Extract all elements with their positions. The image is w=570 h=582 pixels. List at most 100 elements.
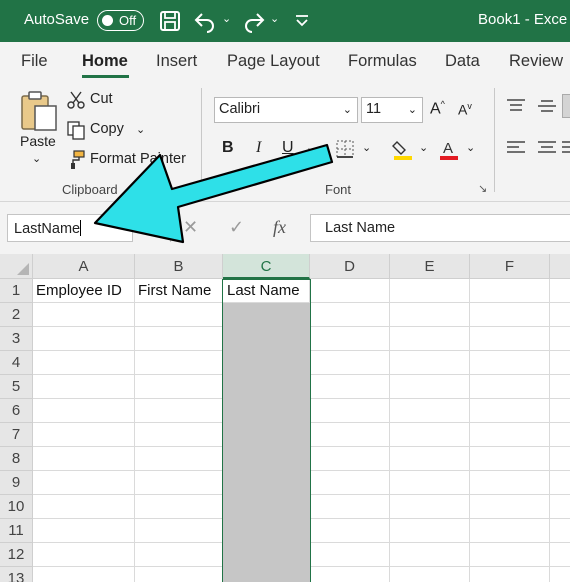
increase-font-size-icon[interactable]: A^ [430,99,445,118]
format-painter-label: Format Painter [90,151,186,167]
borders-icon[interactable] [335,139,355,159]
document-title: Book1 - Exce [478,11,568,28]
paste-dropdown-icon[interactable]: ⌄ [32,152,41,165]
formula-value: Last Name [325,220,396,236]
row-header-7[interactable]: 7 [0,423,33,447]
copy-button[interactable]: Copy ⌄ [66,120,156,142]
paste-icon[interactable] [20,91,58,131]
column-header-a[interactable]: A [33,254,135,279]
font-group-label: Font [325,182,352,197]
underline-dropdown-icon[interactable]: ⌄ [306,141,315,154]
selection-border [222,279,311,582]
bottom-align-icon[interactable] [562,94,570,118]
autosave-toggle[interactable]: Off [97,10,144,31]
undo-icon[interactable] [193,9,217,33]
cancel-icon[interactable]: ✕ [183,217,198,238]
row-header-3[interactable]: 3 [0,327,33,351]
redo-dropdown-icon[interactable]: ⌄ [270,12,279,25]
row-header-4[interactable]: 4 [0,351,33,375]
column-header-d[interactable]: D [310,254,390,279]
ribbon-home: Paste ⌄ Cut Copy ⌄ Format Painter Clipbo… [0,82,570,202]
select-all-button[interactable] [0,254,33,279]
copy-dropdown-icon[interactable]: ⌄ [136,123,145,136]
fill-color-icon[interactable] [392,138,414,160]
save-icon[interactable] [158,9,182,33]
align-center-icon[interactable] [537,140,557,156]
toggle-knob [102,15,113,26]
row-header-9[interactable]: 9 [0,471,33,495]
top-align-icon[interactable] [506,98,526,114]
cell-a1[interactable]: Employee ID [33,279,134,303]
column-header-f[interactable]: F [470,254,550,279]
font-size-select[interactable]: 11 ⌄ [361,97,423,123]
cut-label: Cut [90,91,113,107]
enter-icon[interactable]: ✓ [229,217,244,238]
row-header-13[interactable]: 13 [0,567,33,582]
fill-color-dropdown-icon[interactable]: ⌄ [419,141,428,154]
italic-button[interactable]: I [256,139,261,157]
row-header-11[interactable]: 11 [0,519,33,543]
title-bar: AutoSave Off ⌄ ⌄ Book1 - Exce [0,0,570,42]
font-color-dropdown-icon[interactable]: ⌄ [466,141,475,154]
column-header-b[interactable]: B [135,254,223,279]
scissors-icon [67,91,85,109]
autosave-label: AutoSave [24,11,90,28]
column-header-c[interactable]: C [223,254,310,279]
middle-align-icon[interactable] [537,98,557,114]
select-all-triangle-icon [17,263,29,275]
formula-input[interactable]: Last Name [310,214,570,242]
row-header-10[interactable]: 10 [0,495,33,519]
gridline [549,279,550,582]
tab-page-layout[interactable]: Page Layout [227,52,320,71]
row-header-8[interactable]: 8 [0,447,33,471]
cut-button[interactable]: Cut [66,90,126,112]
align-left-icon[interactable] [506,140,526,156]
undo-dropdown-icon[interactable]: ⌄ [222,12,231,25]
redo-icon[interactable] [242,9,266,33]
underline-button[interactable]: U [282,139,294,157]
gridline [469,279,470,582]
cell-c1[interactable]: Last Name [224,279,310,303]
row-header-1[interactable]: 1 [0,279,33,303]
row-header-2[interactable]: 2 [0,303,33,327]
column-header-e[interactable]: E [390,254,470,279]
group-divider [201,88,202,192]
cell-b1[interactable]: First Name [135,279,222,303]
tab-file[interactable]: File [21,52,48,71]
format-painter-button[interactable]: Format Painter [66,150,191,172]
bold-button[interactable]: B [222,139,234,157]
borders-dropdown-icon[interactable]: ⌄ [362,141,371,154]
ribbon-tabs: File Home Insert Page Layout Formulas Da… [0,42,570,82]
spreadsheet-grid: A B C D E F 1 2 3 4 5 6 7 8 9 10 11 12 1… [0,254,570,582]
autosave-state: Off [119,13,137,28]
more-options-icon[interactable]: ⋮ [146,222,157,235]
customize-toolbar-icon[interactable] [290,9,314,33]
row-header-5[interactable]: 5 [0,375,33,399]
row-header-6[interactable]: 6 [0,399,33,423]
chevron-down-icon: ⌄ [342,104,352,116]
tab-data[interactable]: Data [445,52,480,71]
name-box[interactable]: LastName [7,214,133,242]
column-header-g[interactable] [550,254,570,279]
tab-formulas[interactable]: Formulas [348,52,417,71]
formula-divider [170,214,171,242]
gridline [134,279,135,582]
row-header-12[interactable]: 12 [0,543,33,567]
font-name-select[interactable]: Calibri ⌄ [214,97,358,123]
align-right-icon[interactable] [562,140,570,156]
copy-icon [67,121,85,140]
tab-home[interactable]: Home [82,52,128,71]
svg-text:A: A [443,140,453,157]
chevron-down-icon: ⌄ [407,104,417,116]
copy-label: Copy [90,121,124,137]
paste-button-label[interactable]: Paste [20,133,56,149]
tab-insert[interactable]: Insert [156,52,197,71]
text-cursor [80,220,82,236]
font-name-value: Calibri [219,101,261,117]
decrease-font-size-icon[interactable]: Av [458,101,472,118]
tab-review[interactable]: Review [509,52,563,71]
insert-function-icon[interactable]: fx [273,217,286,238]
font-color-icon[interactable]: A [438,138,460,160]
group-divider [494,88,495,192]
font-dialog-launcher-icon[interactable]: ↘ [478,182,487,195]
